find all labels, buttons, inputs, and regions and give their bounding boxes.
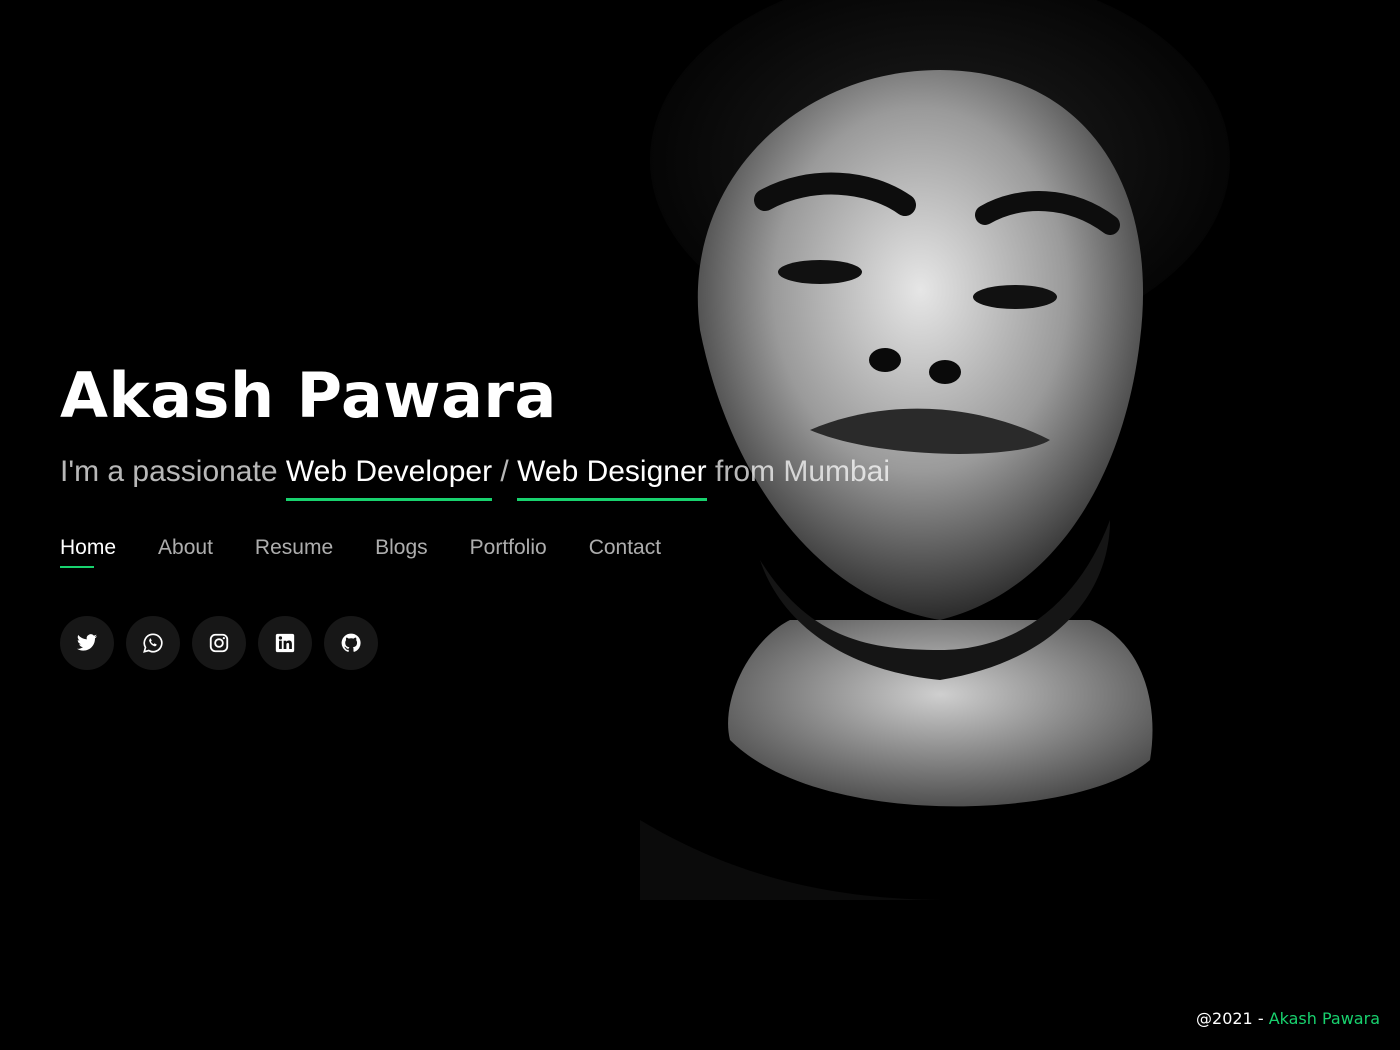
whatsapp-icon xyxy=(142,632,164,654)
hero-tagline: I'm a passionate Web Developer / Web Des… xyxy=(60,454,1040,501)
nav-item-home[interactable]: Home xyxy=(60,536,116,568)
nav-item-contact[interactable]: Contact xyxy=(589,536,661,568)
linkedin-link[interactable] xyxy=(258,616,312,670)
nav-item-about[interactable]: About xyxy=(158,536,213,568)
footer-author-link[interactable]: Akash Pawara xyxy=(1269,1009,1380,1028)
twitter-link[interactable] xyxy=(60,616,114,670)
hero-name: Akash Pawara xyxy=(60,359,557,432)
main-nav: Home About Resume Blogs Portfolio Contac… xyxy=(60,536,1040,568)
twitter-icon xyxy=(76,632,98,654)
instagram-link[interactable] xyxy=(192,616,246,670)
footer-prefix: @2021 - xyxy=(1196,1009,1269,1028)
nav-item-blogs[interactable]: Blogs xyxy=(375,536,428,568)
hero-content: Akash Pawara I'm a passionate Web Develo… xyxy=(60,360,1040,670)
tagline-highlight-web-developer: Web Developer xyxy=(285,455,493,501)
instagram-icon xyxy=(208,632,230,654)
whatsapp-link[interactable] xyxy=(126,616,180,670)
tagline-prefix: I'm a passionate xyxy=(60,455,286,488)
nav-item-resume[interactable]: Resume xyxy=(255,536,333,568)
nav-item-portfolio[interactable]: Portfolio xyxy=(470,536,547,568)
github-icon xyxy=(340,632,362,654)
tagline-separator: / xyxy=(492,455,518,488)
social-links xyxy=(60,616,1040,670)
footer-credit: @2021 - Akash Pawara xyxy=(1196,1009,1380,1028)
tagline-highlight-web-designer: Web Designer xyxy=(517,455,707,501)
github-link[interactable] xyxy=(324,616,378,670)
linkedin-icon xyxy=(274,632,296,654)
tagline-suffix: from Mumbai xyxy=(706,455,891,488)
